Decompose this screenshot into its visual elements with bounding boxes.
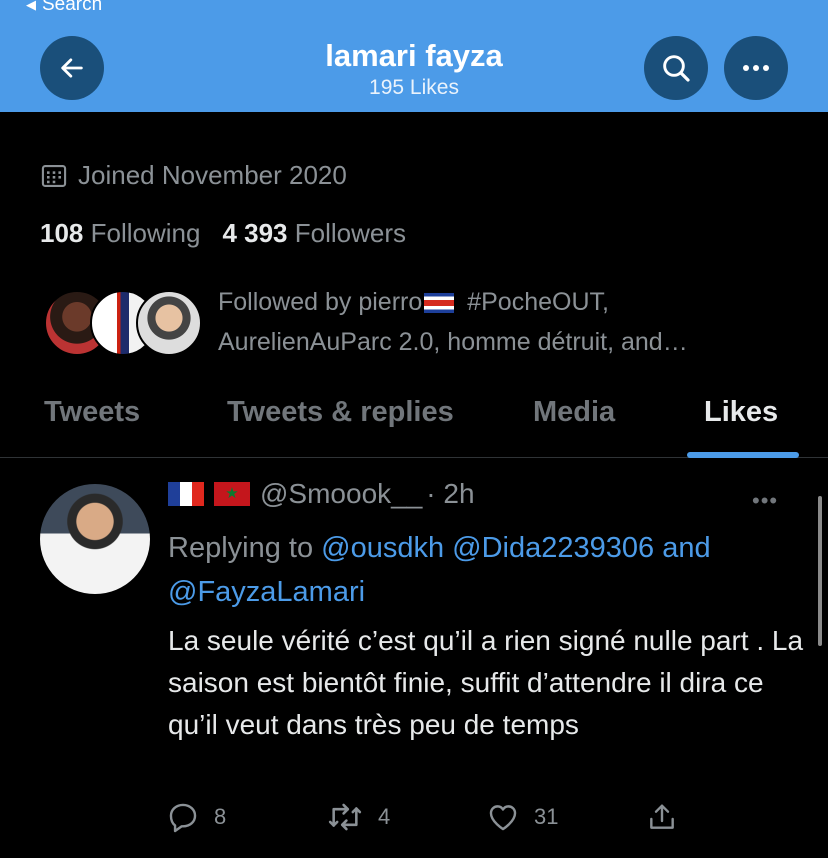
reply-count: 8 xyxy=(214,804,227,829)
retweet-icon xyxy=(328,803,362,831)
search-button[interactable] xyxy=(644,36,708,100)
scrollbar[interactable] xyxy=(818,496,822,646)
more-horizontal-icon xyxy=(743,65,769,71)
followed-by-rest: #PocheOUT, xyxy=(460,288,609,316)
follow-stats: 108 Following 4 393 Followers xyxy=(40,218,406,249)
followed-by-avatars[interactable] xyxy=(44,290,204,356)
tweet-text: La seule vérité c’est qu’il a rien signé… xyxy=(168,625,804,740)
tweet-time: · 2h xyxy=(426,478,475,509)
share-icon xyxy=(650,804,674,829)
retweet-count: 4 xyxy=(378,804,391,829)
followers-link[interactable]: 4 393 Followers xyxy=(222,218,406,249)
tweet-username[interactable]: @Smoook__ xyxy=(260,478,422,510)
mention-link[interactable]: @Dida2239306 xyxy=(452,532,654,564)
costa-rica-flag-icon xyxy=(424,293,455,313)
tab-tweets[interactable]: Tweets xyxy=(44,396,140,429)
joined-date: Joined November 2020 xyxy=(40,160,347,191)
followed-by-prefix: Followed by pierro xyxy=(218,288,423,316)
followers-label: Followers xyxy=(294,218,407,248)
tab-likes[interactable]: Likes xyxy=(704,396,778,429)
followers-count: 4 393 xyxy=(222,218,288,248)
avatar xyxy=(136,290,202,356)
heart-icon xyxy=(489,805,517,831)
profile-tabs: Tweets Tweets & replies Media Likes xyxy=(0,390,828,458)
calendar-icon xyxy=(41,164,67,187)
like-count: 31 xyxy=(534,804,559,829)
following-count: 108 xyxy=(40,218,84,248)
followed-by-line2: AurelienAuParc 2.0, homme détruit, and… xyxy=(218,328,688,356)
share-button[interactable] xyxy=(646,800,678,834)
joined-text: Joined November 2020 xyxy=(78,160,347,190)
reply-icon xyxy=(169,803,197,833)
replying-prefix: Replying to xyxy=(168,532,314,564)
following-label: Following xyxy=(90,218,201,248)
mention-link[interactable]: @ousdkh xyxy=(321,532,444,564)
tweet-author-avatar[interactable] xyxy=(40,484,150,594)
tweet-header: @Smoook__ · 2h xyxy=(168,478,475,510)
replying-to: Replying to @ousdkh @Dida2239306 and @Fa… xyxy=(168,526,788,614)
tweet-actions: 8 4 31 xyxy=(166,800,706,840)
active-tab-indicator xyxy=(687,452,799,458)
status-back-label: Search xyxy=(42,0,103,15)
tab-tweets-replies[interactable]: Tweets & replies xyxy=(227,396,454,429)
back-triangle-icon: ◀ xyxy=(26,0,36,12)
tweet-more-icon[interactable]: ••• xyxy=(752,488,778,514)
mention-link[interactable]: @FayzaLamari xyxy=(168,576,365,608)
profile-header: ◀ Search lamari fayza 195 Likes xyxy=(0,0,828,112)
followed-by-text[interactable]: Followed by pierro #PocheOUT, AurelienAu… xyxy=(218,282,778,362)
more-button[interactable] xyxy=(724,36,788,100)
search-icon xyxy=(663,55,690,82)
reply-button[interactable]: 8 xyxy=(166,800,226,834)
mention-and[interactable]: and xyxy=(662,532,710,564)
status-back-link[interactable]: ◀ Search xyxy=(26,0,102,16)
tab-media[interactable]: Media xyxy=(533,396,615,429)
france-flag-icon xyxy=(168,482,204,506)
morocco-flag-icon xyxy=(214,482,250,506)
like-button[interactable]: 31 xyxy=(486,800,558,834)
following-link[interactable]: 108 Following xyxy=(40,218,200,249)
retweet-button[interactable]: 4 xyxy=(326,800,390,834)
